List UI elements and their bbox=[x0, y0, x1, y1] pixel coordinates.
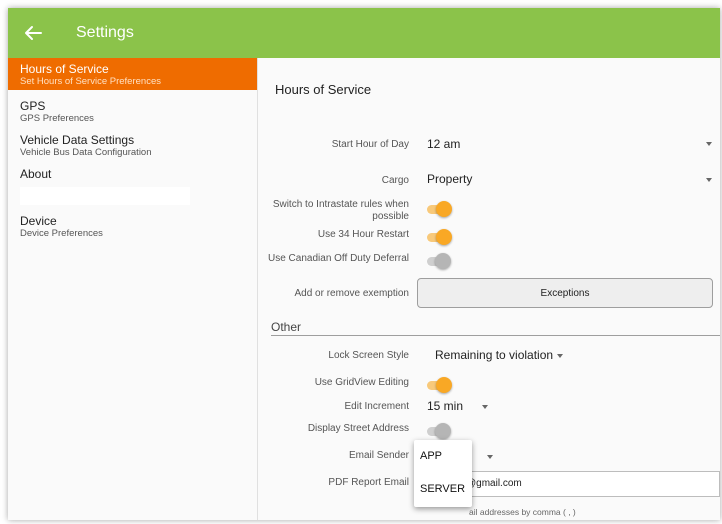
sidebar-item-device[interactable]: Device Device Preferences bbox=[8, 211, 257, 243]
chevron-down-icon[interactable] bbox=[487, 455, 493, 459]
settings-sidebar: Hours of Service Set Hours of Service Pr… bbox=[8, 58, 258, 520]
canadian-deferral-switch[interactable] bbox=[427, 252, 451, 270]
edit-increment-label: Edit Increment bbox=[344, 401, 409, 412]
lock-screen-dropdown[interactable]: Remaining to violation bbox=[435, 348, 553, 362]
section-title: Hours of Service bbox=[275, 82, 372, 97]
intrastate-label-line1: Switch to Intrastate rules when bbox=[272, 199, 409, 210]
switch-knob bbox=[436, 377, 452, 393]
sidebar-item-subtitle: Vehicle Bus Data Configuration bbox=[20, 147, 152, 158]
chevron-down-icon[interactable] bbox=[482, 405, 488, 409]
section-divider bbox=[271, 335, 720, 336]
exemption-label: Add or remove exemption bbox=[294, 288, 409, 299]
settings-content: Hours of Service Start Hour of Day 12 am… bbox=[259, 58, 720, 520]
sidebar-item-title: Device bbox=[20, 214, 57, 228]
sidebar-item-hours-of-service[interactable]: Hours of Service Set Hours of Service Pr… bbox=[8, 58, 257, 90]
sidebar-item-vehicle-data-settings[interactable]: Vehicle Data Settings Vehicle Bus Data C… bbox=[8, 130, 257, 162]
sidebar-item-title: Vehicle Data Settings bbox=[20, 133, 135, 147]
street-address-switch[interactable] bbox=[427, 422, 451, 440]
restart34-switch[interactable] bbox=[427, 228, 452, 246]
email-sender-popup: APP SERVER bbox=[414, 440, 472, 507]
cargo-label: Cargo bbox=[381, 175, 409, 186]
restart34-label: Use 34 Hour Restart bbox=[317, 229, 409, 240]
switch-knob bbox=[435, 423, 451, 439]
gridview-switch[interactable] bbox=[427, 376, 452, 394]
start-hour-dropdown[interactable]: 12 am bbox=[427, 137, 460, 151]
switch-knob bbox=[436, 201, 452, 217]
app-bar-title: Settings bbox=[76, 24, 134, 41]
start-hour-label: Start Hour of Day bbox=[331, 139, 409, 150]
lock-screen-label: Lock Screen Style bbox=[328, 350, 409, 361]
sidebar-item-title: About bbox=[20, 167, 52, 181]
app-window: Settings Hours of Service Set Hours of S… bbox=[8, 8, 720, 520]
sidebar-blank-field bbox=[20, 187, 190, 205]
sidebar-item-title: GPS bbox=[20, 99, 46, 113]
chevron-down-icon[interactable] bbox=[706, 142, 712, 146]
street-address-label: Display Street Address bbox=[307, 423, 409, 434]
sidebar-item-about[interactable]: About bbox=[8, 164, 257, 185]
back-button[interactable] bbox=[8, 8, 58, 58]
other-section-header: Other bbox=[271, 320, 302, 334]
chevron-down-icon[interactable] bbox=[706, 178, 712, 182]
chevron-down-icon[interactable] bbox=[557, 354, 563, 358]
arrow-left-icon bbox=[25, 26, 42, 40]
sidebar-item-gps[interactable]: GPS GPS Preferences bbox=[8, 96, 257, 128]
app-bar: Settings bbox=[8, 8, 720, 58]
sidebar-item-title: Hours of Service bbox=[20, 62, 109, 76]
intrastate-label-line2: possible bbox=[372, 211, 409, 222]
cargo-dropdown[interactable]: Property bbox=[427, 172, 472, 186]
sidebar-item-subtitle: GPS Preferences bbox=[20, 113, 94, 124]
gridview-label: Use GridView Editing bbox=[314, 377, 409, 388]
email-hint: ail addresses by comma ( , ) bbox=[469, 507, 576, 517]
email-sender-label: Email Sender bbox=[348, 450, 409, 461]
exceptions-button[interactable]: Exceptions bbox=[417, 278, 713, 308]
pdf-email-label: PDF Report Email bbox=[328, 477, 409, 488]
popup-option-app[interactable]: APP bbox=[414, 440, 472, 473]
switch-knob bbox=[435, 253, 451, 269]
intrastate-label: Switch to Intrastate rules when possible bbox=[273, 199, 409, 223]
sidebar-item-subtitle: Device Preferences bbox=[20, 228, 103, 239]
popup-option-server[interactable]: SERVER bbox=[414, 473, 472, 506]
switch-knob bbox=[436, 229, 452, 245]
edit-increment-dropdown[interactable]: 15 min bbox=[427, 399, 463, 413]
canadian-deferral-label: Use Canadian Off Duty Deferral bbox=[268, 253, 409, 264]
intrastate-switch[interactable] bbox=[427, 200, 452, 218]
sidebar-item-subtitle: Set Hours of Service Preferences bbox=[20, 76, 161, 87]
